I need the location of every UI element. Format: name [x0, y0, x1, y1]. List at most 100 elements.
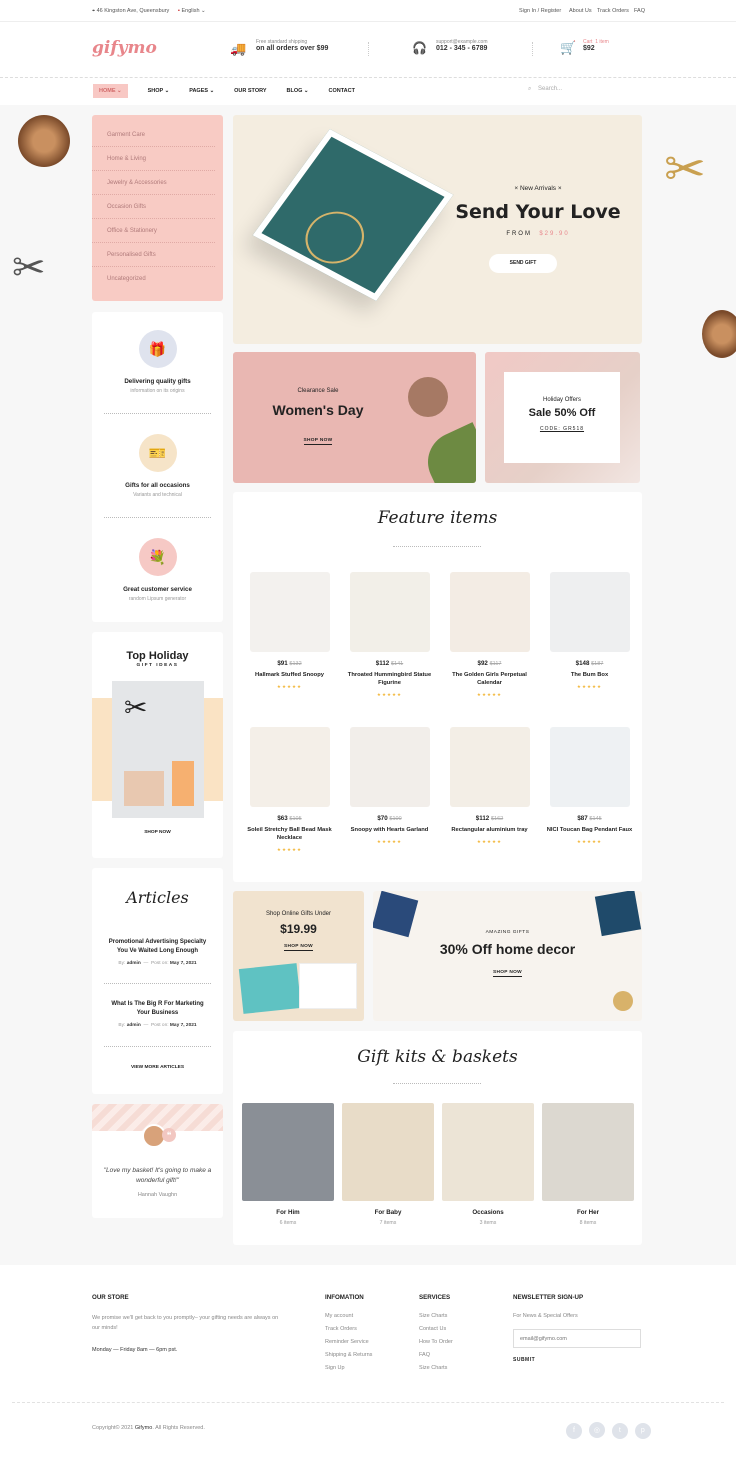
logo[interactable]: gifymo: [92, 38, 157, 58]
faq-link[interactable]: FAQ: [634, 8, 645, 14]
send-gift-button[interactable]: SEND GIFT: [489, 254, 557, 273]
decor-bowl-right: [702, 310, 736, 358]
kit-card[interactable]: For Him 6 items: [242, 1103, 334, 1226]
kit-image: [242, 1103, 334, 1201]
promo-online-shop-now[interactable]: SHOP NOW: [284, 944, 313, 951]
product-name: The Golden Girls Perpetual Calendar: [452, 672, 527, 686]
category-item[interactable]: Jewelry & Accessories: [92, 171, 215, 195]
product-name: The Bum Box: [570, 672, 609, 678]
articles-panel: Articles Promotional Advertising Special…: [92, 868, 223, 1094]
product-image: [549, 572, 630, 652]
banner-women-small: Clearance Sale: [297, 388, 339, 394]
footer-link[interactable]: Size Charts: [419, 1313, 453, 1319]
nav-shop[interactable]: SHOP ⌄: [148, 88, 170, 94]
product-image: [249, 572, 330, 652]
signin-link[interactable]: Sign In / Register: [519, 8, 561, 14]
feature-quality: 🎁 Delivering quality gifts information o…: [92, 330, 223, 394]
newsletter-email-input[interactable]: [513, 1329, 641, 1348]
product-price: $112 $141: [375, 660, 404, 667]
search-icon: ⌕: [528, 86, 532, 92]
hero-title: Send Your Love: [455, 201, 621, 223]
kit-image: [442, 1103, 534, 1201]
feature-items-panel: Feature items $91 $132 Hallmark Stuffed S…: [233, 492, 642, 882]
category-item[interactable]: Personalised Gifts: [92, 243, 215, 267]
product-card[interactable]: $148 $187 The Bum Box ★★★★★: [542, 572, 637, 690]
testimonial-quote: "Love my basket! It's going to make a wo…: [103, 1167, 212, 1184]
product-card[interactable]: $70 $100 Snoopy with Hearts Garland ★★★★★: [342, 727, 437, 845]
gift-card-icon: 🎫: [138, 434, 177, 472]
product-price: $70 $100: [377, 815, 402, 822]
rating-stars-icon: ★★★★★: [576, 684, 603, 689]
shipping-info: 🚚 Free standard shipping on all orders o…: [230, 39, 329, 56]
footer-link[interactable]: Reminder Service: [325, 1339, 372, 1345]
top-holiday-title: Top Holiday: [126, 650, 189, 662]
gift-kits-title: Gift kits & baskets: [357, 1047, 518, 1067]
category-item[interactable]: Office & Stationery: [92, 219, 215, 243]
product-name: Throated Hummingbird Statue Figurine: [347, 672, 432, 686]
article-title[interactable]: What Is The Big R For Marketing Your Bus…: [104, 1000, 211, 1018]
nav-blog[interactable]: BLOG ⌄: [287, 88, 309, 94]
nav-menu: HOME ⌄ SHOP ⌄ PAGES ⌄ OUR STORY BLOG ⌄ C…: [93, 84, 373, 98]
hero-price: FROM $29.90: [506, 231, 570, 237]
hero-tag: × New Arrivals ×: [514, 185, 562, 192]
track-orders-link[interactable]: Track Orders: [597, 8, 629, 14]
footer-link[interactable]: Size Charts: [419, 1365, 453, 1371]
footer-info: INFOMATION My account Track Orders Remin…: [325, 1294, 373, 1371]
category-item[interactable]: Garment Care: [92, 123, 215, 147]
footer-link[interactable]: Shipping & Returns: [325, 1352, 372, 1358]
product-name: NICI Toucan Bag Pendant Faux: [546, 827, 633, 833]
nav-home[interactable]: HOME ⌄: [93, 84, 128, 98]
leaf-image: [418, 422, 476, 483]
gift-box-image: [238, 963, 302, 1014]
category-item[interactable]: Occasion Gifts: [92, 195, 215, 219]
article-title[interactable]: Promotional Advertising Specialty You Ve…: [104, 938, 211, 956]
language-selector[interactable]: ▪ English ⌄: [178, 8, 206, 14]
testimonial-author: Hannah Vaughn: [137, 1192, 178, 1198]
footer-link[interactable]: My account: [325, 1313, 372, 1319]
womens-shop-now[interactable]: SHOP NOW: [303, 438, 333, 445]
facebook-icon[interactable]: f: [566, 1422, 582, 1439]
product-card[interactable]: $92 $117 The Golden Girls Perpetual Calen…: [442, 572, 537, 698]
about-link[interactable]: About Us: [569, 8, 592, 14]
product-card[interactable]: $87 $145 NICI Toucan Bag Pendant Faux ★★★★…: [542, 727, 637, 845]
product-price: $63 $105: [277, 815, 302, 822]
newsletter-submit-button[interactable]: SUBMIT: [513, 1357, 641, 1363]
kit-card[interactable]: For Her 8 items: [542, 1103, 634, 1226]
promo-decor-shop-now[interactable]: SHOP NOW: [493, 970, 522, 977]
product-card[interactable]: $91 $132 Hallmark Stuffed Snoopy ★★★★★: [242, 572, 337, 690]
holiday-shop-now[interactable]: SHOP NOW: [92, 830, 223, 835]
headset-icon: 🎧: [412, 41, 427, 55]
nav-pages[interactable]: PAGES ⌄: [189, 88, 214, 94]
twitter-icon[interactable]: t: [611, 1422, 628, 1439]
nav-contact[interactable]: CONTACT: [328, 88, 354, 94]
kit-card[interactable]: For Baby 7 items: [342, 1103, 434, 1226]
view-more-articles[interactable]: VIEW MORE ARTICLES: [92, 1065, 223, 1070]
feature-service: 💐 Great customer service random Lipsum g…: [92, 538, 223, 602]
category-item[interactable]: Uncategorized: [92, 267, 215, 291]
pinterest-icon[interactable]: p: [634, 1422, 651, 1439]
kit-card[interactable]: Occasions 3 items: [442, 1103, 534, 1226]
footer-link[interactable]: How To Order: [419, 1339, 453, 1345]
footer-link[interactable]: Track Orders: [325, 1326, 372, 1332]
search-box[interactable]: ⌕ Search...: [528, 86, 562, 93]
product-name: Snoopy with Hearts Garland: [350, 827, 429, 833]
footer-link[interactable]: Sign Up: [325, 1365, 372, 1371]
earrings-image: [408, 377, 448, 417]
product-card[interactable]: $63 $105 Soleil Stretchy Ball Bead Mask N…: [242, 727, 337, 853]
footer-link[interactable]: Contact Us: [419, 1326, 453, 1332]
category-item[interactable]: Home & Living: [92, 147, 215, 171]
feature-items-title: Feature items: [377, 508, 498, 528]
top-bar: ⌖ 46 Kingston Ave, Queensbury ▪ English …: [0, 0, 736, 22]
product-price: $148 $187: [575, 660, 604, 667]
holiday-banner: Holiday Offers Sale 50% Off CODE: GR518: [485, 352, 640, 483]
product-image: [349, 727, 430, 807]
product-price: $91 $132: [277, 660, 302, 667]
nav-our-story[interactable]: OUR STORY: [234, 88, 266, 94]
footer: OUR STORE We promise we'll get back to y…: [0, 1265, 736, 1457]
cart-button[interactable]: 🛒 Cart 1 item $92: [560, 39, 609, 55]
footer-services: SERVICES Size Charts Contact Us How To O…: [419, 1294, 453, 1371]
product-card[interactable]: $112 $141 Throated Hummingbird Statue Fig…: [342, 572, 437, 698]
instagram-icon[interactable]: ◎: [588, 1422, 605, 1438]
product-card[interactable]: $112 $162 Rectangular aluminium tray ★★★★★: [442, 727, 537, 845]
footer-link[interactable]: FAQ: [419, 1352, 453, 1358]
